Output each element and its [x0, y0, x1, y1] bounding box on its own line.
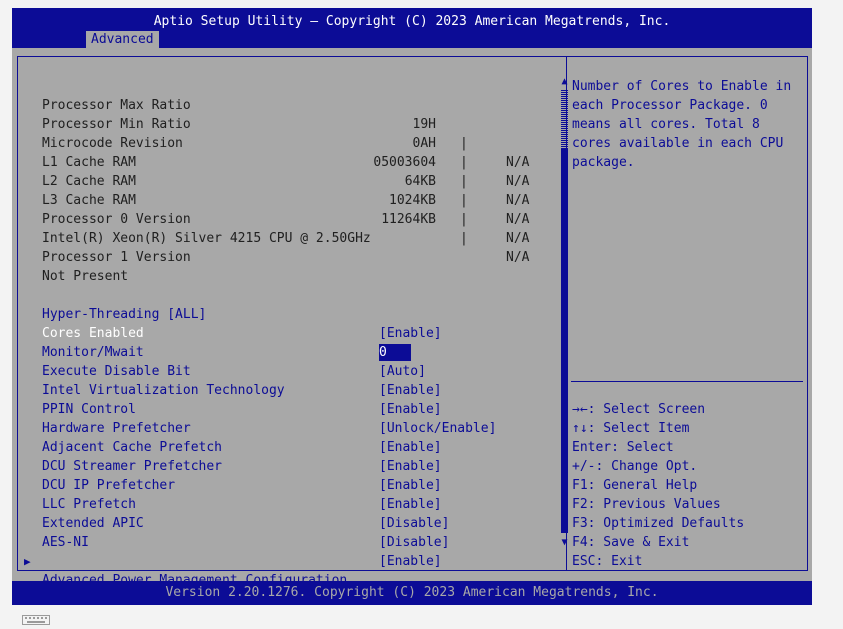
option-execute-disable-bit[interactable]: Execute Disable Bit [Enable] — [18, 343, 558, 398]
info-row-l3-cache: L3 Cache RAM 11264KB | N/A — [18, 172, 529, 265]
info-row-l2-cache: L2 Cache RAM 1024KB | N/A — [18, 153, 529, 246]
static-text: Not Present — [42, 269, 129, 284]
info-value: 1024KB — [389, 193, 436, 208]
info-value: 64KB — [404, 174, 436, 189]
info-value: 19H — [412, 117, 436, 132]
info-row-min-ratio: Processor Min Ratio 0AH | N/A — [18, 96, 529, 189]
submenu-advanced-power-management[interactable]: ▶ Advanced Power Management Configuratio… — [18, 533, 558, 588]
window-title: Aptio Setup Utility – Copyright (C) 2023… — [153, 14, 671, 29]
key-hint: ESC: Exit — [572, 554, 643, 569]
option-adjacent-cache-prefetch[interactable]: Adjacent Cache Prefetch [Enable] — [18, 419, 558, 474]
info-na: N/A — [506, 155, 530, 170]
option-dcu-streamer-prefetcher[interactable]: DCU Streamer Prefetcher [Enable] — [18, 438, 558, 493]
info-row-microcode: Microcode Revision 05003604 | N/A — [18, 115, 529, 208]
info-na: N/A — [506, 212, 530, 227]
key-hint: →←: Select Screen — [572, 402, 706, 417]
option-llc-prefetch[interactable]: LLC Prefetch [Disable] — [18, 476, 558, 531]
option-monitor-mwait[interactable]: Monitor/Mwait [Auto] — [18, 324, 558, 379]
info-value: 11264KB — [381, 212, 436, 227]
info-na: N/A — [506, 193, 530, 208]
footer-bar: Version 2.20.1276. Copyright (C) 2023 Am… — [12, 581, 812, 605]
key-hint: F2: Previous Values — [572, 497, 721, 512]
option-hyper-threading[interactable]: Hyper-Threading [ALL] [Enable] — [18, 286, 558, 341]
settings-panel: Processor Max Ratio 19H | N/A Processor … — [17, 56, 568, 588]
option-aes-ni[interactable]: AES-NI [Enable] — [18, 514, 558, 569]
option-dcu-ip-prefetcher[interactable]: DCU IP Prefetcher [Enable] — [18, 457, 558, 512]
static-text: Intel(R) Xeon(R) Silver 4215 CPU @ 2.50G… — [42, 231, 371, 246]
help-description: Number of Cores to Enable in each Proces… — [572, 79, 799, 170]
info-na: N/A — [506, 250, 530, 265]
key-hint: Enter: Select — [572, 440, 674, 455]
info-row-l1-cache: L1 Cache RAM 64KB | N/A — [18, 134, 529, 227]
key-hint: F3: Optimized Defaults — [572, 516, 745, 531]
key-hint: +/-: Change Opt. — [572, 459, 698, 474]
option-value[interactable]: [Enable] — [379, 552, 442, 571]
option-hardware-prefetcher[interactable]: Hardware Prefetcher [Enable] — [18, 400, 558, 455]
key-hint: F1: General Help — [572, 478, 698, 493]
version-text: Version 2.20.1276. Copyright (C) 2023 Am… — [165, 585, 659, 600]
help-panel: Number of Cores to Enable in each Proces… — [566, 56, 808, 571]
bios-screen: Aptio Setup Utility – Copyright (C) 2023… — [12, 8, 812, 605]
key-hint: ↑↓: Select Item — [572, 421, 690, 436]
processor0-version-value: Intel(R) Xeon(R) Silver 4215 CPU @ 2.50G… — [18, 210, 371, 246]
info-value: 05003604 — [373, 155, 436, 170]
info-separator: | — [460, 174, 468, 189]
info-separator: | — [460, 231, 468, 246]
info-na: N/A — [506, 174, 530, 189]
processor0-version-label: Processor 0 Version — [18, 191, 191, 227]
tab-advanced[interactable]: Advanced — [86, 31, 159, 48]
info-na: N/A — [506, 231, 530, 246]
processor1-version-label: Processor 1 Version — [18, 229, 191, 265]
processor1-version-value: Not Present — [18, 248, 128, 284]
info-separator: | — [460, 212, 468, 227]
key-hint: F4: Save & Exit — [572, 535, 690, 550]
info-separator: | — [460, 193, 468, 208]
title-bar: Aptio Setup Utility – Copyright (C) 2023… — [12, 8, 812, 48]
info-row-max-ratio: Processor Max Ratio 19H | N/A — [18, 77, 529, 170]
info-value: 0AH — [412, 136, 436, 151]
option-cores-enabled[interactable]: Cores Enabled 0 — [18, 305, 558, 361]
option-ppin-control[interactable]: PPIN Control [Unlock/Enable] — [18, 381, 558, 436]
info-separator: | — [460, 136, 468, 151]
help-divider — [571, 381, 803, 382]
option-intel-virtualization[interactable]: Intel Virtualization Technology [Enable] — [18, 362, 558, 417]
info-separator: | — [460, 155, 468, 170]
keyboard-icon[interactable] — [22, 615, 50, 625]
option-extended-apic[interactable]: Extended APIC [Disable] — [18, 495, 558, 550]
submenu-arrow-icon: ▶ — [24, 555, 31, 568]
